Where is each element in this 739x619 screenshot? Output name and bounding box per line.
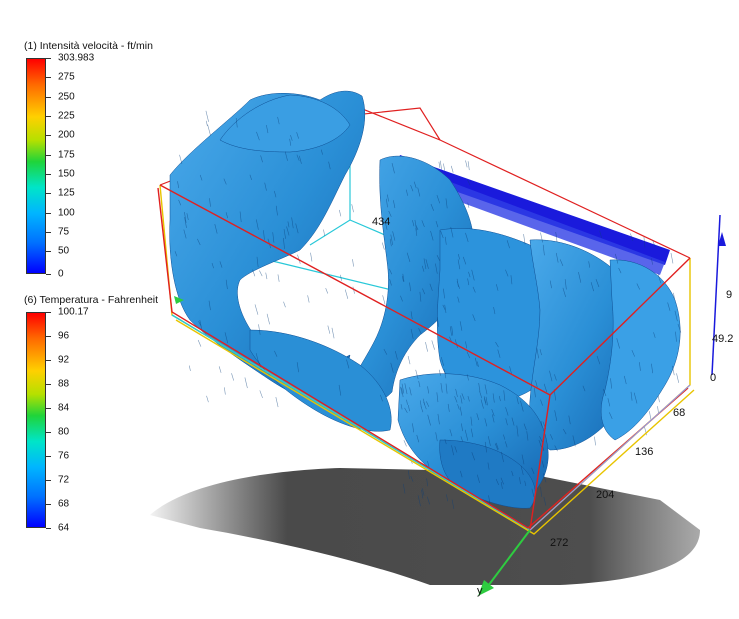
vector-arrow (649, 411, 652, 421)
vector-arrow (407, 355, 411, 365)
vector-arrow (657, 395, 660, 403)
vector-arrow (465, 160, 468, 168)
y-axis-label: y (477, 585, 483, 597)
vector-arrow (381, 242, 385, 250)
velocity-vector-field (169, 90, 681, 509)
vector-arrow (283, 301, 286, 308)
z-tick-0: 0 (710, 372, 716, 384)
vector-arrow (244, 377, 248, 389)
vector-arrow (327, 325, 331, 334)
y-tick-136: 136 (635, 446, 653, 458)
y-tick-68: 68 (673, 407, 685, 419)
vector-arrow (307, 295, 310, 303)
top-edge-length-label: 434 (372, 216, 390, 228)
vector-arrow (197, 339, 202, 347)
vector-arrow (344, 289, 349, 299)
vector-arrow (218, 366, 222, 373)
vector-arrow (259, 270, 263, 277)
vector-arrow (207, 124, 211, 136)
vector-arrow (439, 160, 442, 170)
vector-arrow (205, 110, 209, 122)
vector-arrow (206, 395, 209, 403)
vector-arrow (339, 209, 342, 217)
cfd-3d-viewport[interactable]: 434 68 136 204 272 0 49.2 9 y (0, 0, 739, 619)
vector-arrow (403, 440, 407, 447)
vector-arrow (325, 288, 329, 294)
y-tick-272: 272 (550, 537, 568, 549)
vector-arrow (443, 163, 445, 171)
vector-arrow (425, 341, 428, 352)
z-tick-98: 9 (726, 289, 732, 301)
vector-arrow (670, 253, 674, 264)
ground-shadow (150, 468, 700, 585)
vector-arrow (351, 204, 354, 213)
vector-arrow (323, 229, 325, 236)
vector-arrow (352, 259, 354, 267)
vector-arrow (231, 373, 234, 381)
vector-arrow (179, 154, 183, 165)
y-tick-204: 204 (596, 489, 614, 501)
vector-arrow (467, 161, 470, 171)
vector-arrow (676, 373, 680, 383)
vector-arrow (265, 272, 268, 280)
z-tick-49: 49.2 (712, 333, 733, 345)
vector-arrow (224, 387, 226, 395)
vector-arrow (259, 390, 263, 399)
vector-arrow (450, 165, 454, 173)
vector-arrow (266, 313, 270, 325)
vector-arrow (438, 161, 441, 168)
vector-arrow (331, 327, 335, 339)
vector-arrow (431, 340, 435, 350)
vector-arrow (188, 365, 191, 371)
vector-arrow (205, 120, 208, 127)
vector-arrow (382, 295, 386, 305)
vector-arrow (594, 436, 596, 446)
vector-arrow (277, 274, 280, 282)
vector-arrow (275, 397, 279, 408)
vector-arrow (254, 304, 259, 315)
vector-arrow (310, 252, 313, 262)
